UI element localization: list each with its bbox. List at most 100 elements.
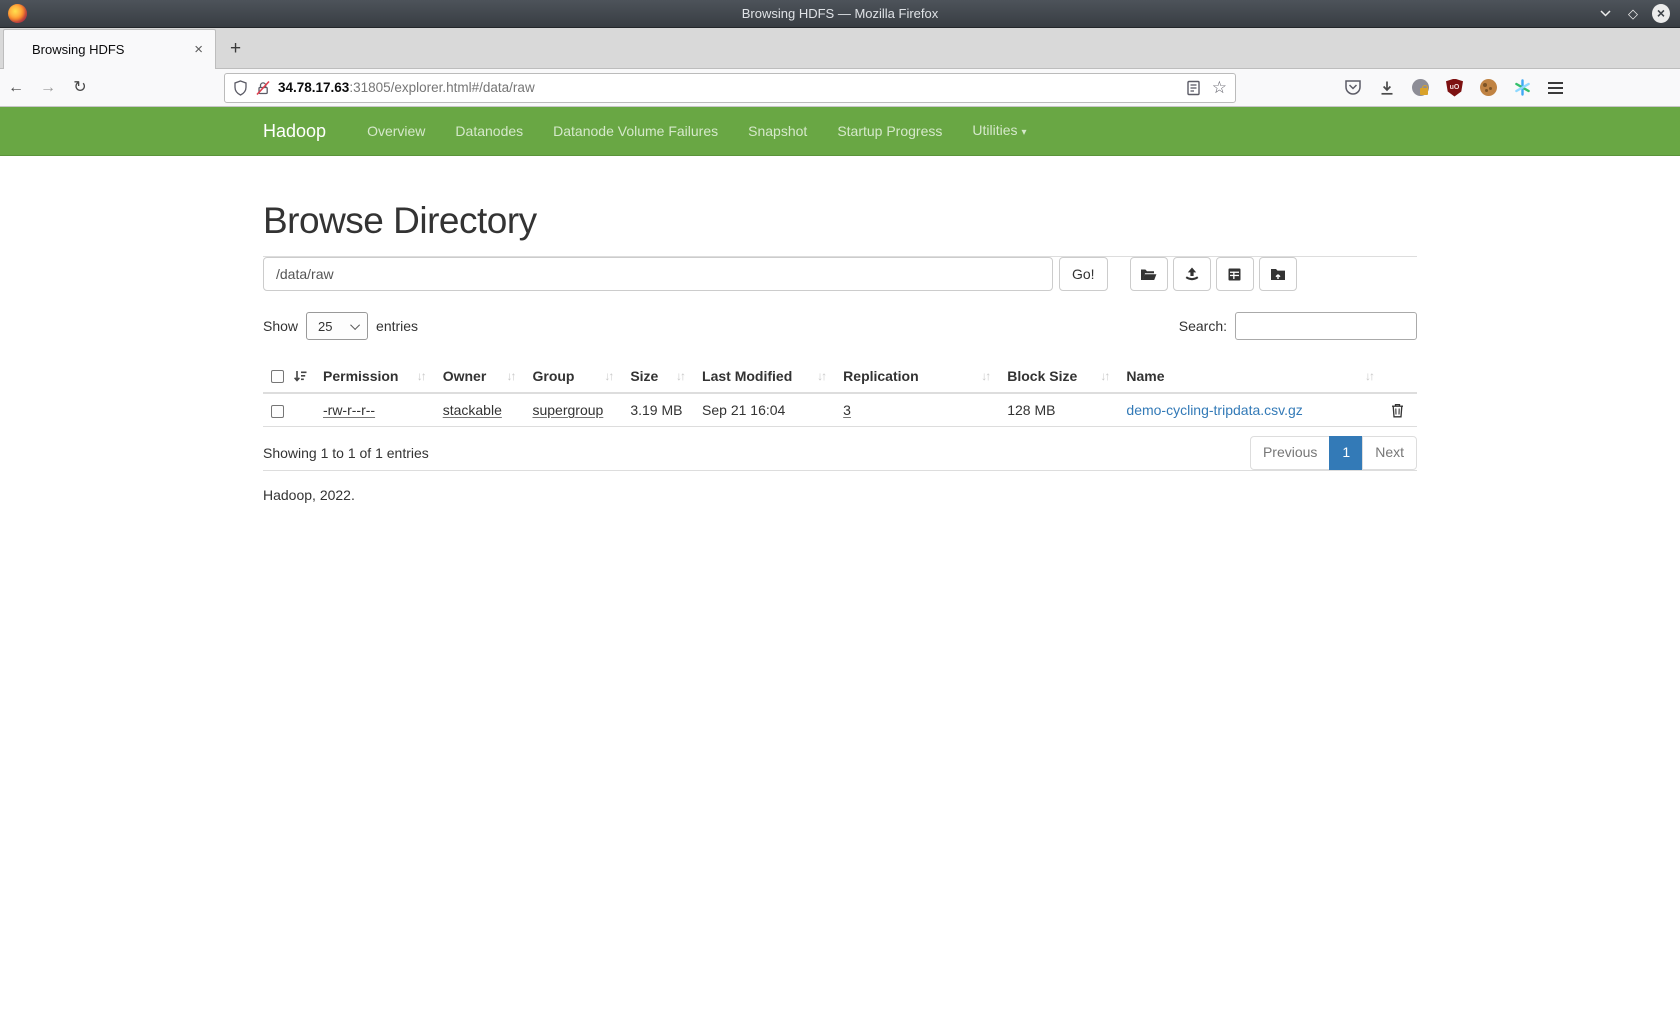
permission-cell[interactable]: -rw-r--r-- — [323, 402, 375, 418]
table-controls: Show 25 entries Search: — [263, 312, 1417, 340]
go-button[interactable]: Go! — [1059, 257, 1108, 291]
window-controls: ◇ × — [1596, 5, 1680, 23]
search-input[interactable] — [1235, 312, 1417, 340]
table-row: -rw-r--r-- stackable supergroup 3.19 MB … — [263, 393, 1417, 427]
file-action-buttons — [1130, 257, 1297, 291]
sort-icon: ↓↑ — [506, 369, 516, 383]
minimize-icon[interactable] — [1596, 5, 1614, 23]
row-checkbox[interactable] — [271, 405, 284, 418]
cloud-upload-icon — [1184, 267, 1200, 281]
table-footer: Showing 1 to 1 of 1 entries Previous 1 N… — [263, 436, 1417, 470]
pagination-next[interactable]: Next — [1362, 436, 1417, 470]
entries-summary: Showing 1 to 1 of 1 entries — [263, 445, 429, 461]
search-area: Search: — [1179, 312, 1417, 340]
replication-cell[interactable]: 3 — [843, 402, 851, 418]
color-asterisk-extension-icon[interactable] — [1514, 79, 1531, 96]
reader-mode-icon[interactable] — [1187, 80, 1200, 96]
open-folder-button[interactable] — [1130, 257, 1168, 291]
pagination-page-1[interactable]: 1 — [1329, 436, 1363, 470]
directory-path-input[interactable] — [263, 257, 1053, 291]
chevron-down-icon: ▾ — [1022, 127, 1027, 138]
insecure-lock-icon[interactable] — [256, 80, 270, 96]
browser-tab[interactable]: Browsing HDFS × — [3, 29, 216, 69]
select-all-checkbox[interactable] — [271, 370, 284, 383]
footer-text: Hadoop, 2022. — [263, 487, 1417, 503]
upload-file-button[interactable] — [1173, 257, 1211, 291]
search-label: Search: — [1179, 318, 1227, 334]
download-icon[interactable] — [1379, 80, 1395, 96]
nav-item-datanode-volume-failures[interactable]: Datanode Volume Failures — [538, 107, 733, 155]
ublock-origin-icon[interactable]: uO — [1446, 79, 1463, 97]
path-form: Go! — [263, 257, 1417, 291]
pagination-previous[interactable]: Previous — [1250, 436, 1330, 470]
nav-item-overview[interactable]: Overview — [352, 107, 440, 155]
menu-icon[interactable] — [1548, 82, 1563, 94]
url-path: :31805/explorer.html#/data/raw — [349, 80, 534, 95]
header-replication[interactable]: Replication↓↑ — [835, 362, 999, 393]
sort-icon: ↓↑ — [817, 369, 827, 383]
tab-title: Browsing HDFS — [32, 42, 192, 57]
new-tab-button[interactable]: + — [216, 38, 255, 68]
close-window-icon[interactable]: × — [1652, 5, 1670, 23]
browser-toolbar: ← → ↻ 34.78.17.63:31805/explorer.html#/d… — [0, 69, 1680, 107]
chevron-down-icon — [350, 320, 360, 330]
entries-label: entries — [376, 318, 418, 334]
url-host: 34.78.17.63 — [278, 80, 349, 95]
header-size[interactable]: Size↓↑ — [622, 362, 694, 393]
header-name[interactable]: Name↓↑ — [1118, 362, 1383, 393]
folder-upload-icon — [1270, 268, 1286, 281]
window-title: Browsing HDFS — Mozilla Firefox — [0, 6, 1680, 21]
page-viewport: Hadoop Overview Datanodes Datanode Volum… — [0, 107, 1680, 1012]
header-owner[interactable]: Owner↓↑ — [435, 362, 525, 393]
maximize-icon[interactable]: ◇ — [1624, 5, 1642, 23]
sort-icon: ↓↑ — [1365, 369, 1375, 383]
size-cell: 3.19 MB — [622, 393, 694, 427]
grid-view-button[interactable] — [1216, 257, 1254, 291]
url-text: 34.78.17.63:31805/explorer.html#/data/ra… — [278, 80, 1175, 95]
tab-close-icon[interactable]: × — [192, 41, 205, 58]
back-icon[interactable]: ← — [0, 80, 32, 96]
hadoop-navbar: Hadoop Overview Datanodes Datanode Volum… — [0, 107, 1680, 156]
sort-icon: ↓↑ — [676, 369, 686, 383]
header-group[interactable]: Group↓↑ — [524, 362, 622, 393]
sort-icon: ↓↑ — [981, 369, 991, 383]
file-name-link[interactable]: demo-cycling-tripdata.csv.gz — [1126, 402, 1302, 418]
block-size-cell: 128 MB — [999, 393, 1118, 427]
header-actions — [1383, 362, 1417, 393]
select-all-header[interactable] — [263, 362, 315, 393]
nav-item-utilities[interactable]: Utilities▾ — [957, 107, 1041, 157]
header-last-modified[interactable]: Last Modified↓↑ — [694, 362, 835, 393]
show-label: Show — [263, 318, 298, 334]
create-directory-button[interactable] — [1259, 257, 1297, 291]
last-modified-cell: Sep 21 16:04 — [694, 393, 835, 427]
pagination: Previous 1 Next — [1250, 436, 1417, 470]
toolbar-extension-icons: uO — [1344, 79, 1563, 97]
pocket-icon[interactable] — [1344, 79, 1362, 96]
entries-per-page-select[interactable]: 25 — [306, 312, 368, 340]
trash-icon — [1391, 403, 1409, 418]
nav-item-datanodes[interactable]: Datanodes — [440, 107, 538, 155]
folder-open-icon — [1140, 268, 1157, 281]
extension-lock-icon[interactable] — [1412, 79, 1429, 96]
tracking-protection-shield-icon[interactable] — [233, 80, 248, 96]
bookmark-star-icon[interactable]: ☆ — [1212, 79, 1227, 96]
main-content: Browse Directory Go! — [247, 156, 1433, 503]
nav-item-snapshot[interactable]: Snapshot — [733, 107, 822, 155]
forward-icon[interactable]: → — [32, 80, 64, 96]
hadoop-brand[interactable]: Hadoop — [263, 121, 326, 142]
firefox-window: Browsing HDFS — Mozilla Firefox ◇ × Brow… — [0, 0, 1680, 1012]
delete-file-button[interactable] — [1383, 393, 1417, 427]
reload-icon[interactable]: ↻ — [64, 80, 96, 96]
window-titlebar: Browsing HDFS — Mozilla Firefox ◇ × — [0, 0, 1680, 28]
nav-item-startup-progress[interactable]: Startup Progress — [822, 107, 957, 155]
url-bar[interactable]: 34.78.17.63:31805/explorer.html#/data/ra… — [224, 73, 1236, 103]
grid-icon — [1228, 268, 1241, 281]
header-block-size[interactable]: Block Size↓↑ — [999, 362, 1118, 393]
firefox-logo-icon — [8, 4, 27, 23]
tab-strip: Browsing HDFS × + — [0, 28, 1680, 69]
sort-icon: ↓↑ — [417, 369, 427, 383]
cookie-extension-icon[interactable] — [1480, 79, 1497, 96]
owner-cell[interactable]: stackable — [443, 402, 502, 418]
group-cell[interactable]: supergroup — [532, 402, 603, 418]
header-permission[interactable]: Permission↓↑ — [315, 362, 435, 393]
